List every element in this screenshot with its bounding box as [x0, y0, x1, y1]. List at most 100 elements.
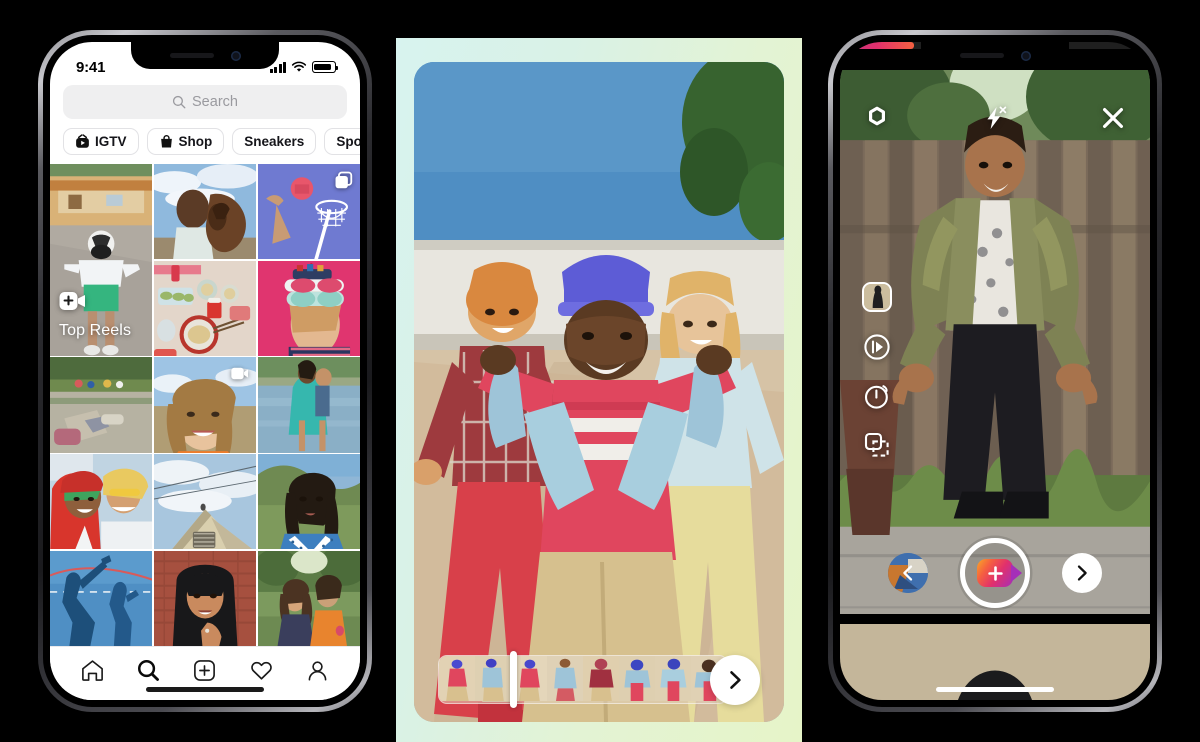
audio-effect-image: [864, 284, 890, 308]
battery-icon: [312, 61, 339, 73]
park-path-photo: [50, 357, 153, 453]
friends-selfie-photo: [50, 454, 153, 550]
notch: [921, 42, 1069, 69]
chip-shop[interactable]: Shop: [146, 128, 225, 155]
woman-hijab-portrait-photo: [153, 550, 257, 646]
shadows-on-court-photo: [50, 550, 153, 646]
search-input[interactable]: Search: [63, 85, 347, 119]
woman-blue-shirt-photo: [257, 454, 360, 550]
food-table-photo: [153, 260, 257, 356]
grid-cell-smiling-teen-photo[interactable]: [153, 357, 257, 453]
gallery-preview-image: [840, 624, 1150, 700]
next-button[interactable]: [710, 655, 760, 705]
flash-off-icon[interactable]: [981, 104, 1009, 132]
chevron-left-icon: [903, 565, 913, 581]
camera-top-controls[interactable]: [840, 104, 1150, 132]
woman-sunglasses-photo: [257, 260, 360, 356]
earpiece-speaker: [959, 53, 1004, 58]
video-preview[interactable]: [414, 62, 784, 722]
timeline-frame[interactable]: [547, 656, 583, 703]
grid-cell-woman-hijab-portrait-photo[interactable]: [153, 550, 257, 646]
shopping-bag-icon: [160, 135, 172, 148]
record-button[interactable]: [960, 538, 1030, 608]
couple-by-lake-photo: [257, 357, 360, 453]
chip-sneakers[interactable]: Sneakers: [232, 128, 317, 155]
grid-cell-house-roof-sky-photo[interactable]: [153, 454, 257, 550]
grid-cell-park-path-photo[interactable]: [50, 357, 153, 453]
camera-mode-bar[interactable]: IVE CREATE REELS NORMAL BO: [840, 624, 1150, 700]
plus-icon: [987, 565, 1003, 581]
earpiece-speaker: [169, 53, 214, 58]
chevron-right-icon: [730, 671, 741, 689]
camera-screen: IVE CREATE REELS NORMAL BO: [840, 42, 1150, 700]
grid-cell-shadows-on-court-photo[interactable]: [50, 550, 153, 646]
chip-label: IGTV: [95, 134, 127, 149]
timeline-frame[interactable]: [583, 656, 619, 703]
clip-timeline[interactable]: [438, 655, 728, 704]
close-icon[interactable]: [1100, 105, 1126, 131]
wifi-icon: [291, 61, 307, 72]
timeline-frame[interactable]: [475, 656, 511, 703]
screenshot-stage: 9:41 Search IGTV Shop Sneakers Spo Top R…: [0, 0, 1200, 742]
explore-grid: Top Reels: [50, 164, 360, 646]
settings-gear-icon[interactable]: [864, 105, 890, 131]
grid-cell-food-table-photo[interactable]: [153, 260, 257, 356]
audio-effect-thumbnail[interactable]: [862, 282, 892, 312]
notch: [131, 42, 279, 69]
man-with-dog-photo: [153, 164, 257, 260]
align-layers-icon[interactable]: [863, 431, 891, 459]
grid-cell-basketball-hoop-photo[interactable]: [257, 164, 360, 260]
grid-cell-woman-blue-shirt-photo[interactable]: [257, 454, 360, 550]
timeline-frame[interactable]: [439, 656, 475, 703]
house-roof-sky-photo: [153, 454, 257, 550]
profile-icon[interactable]: [305, 658, 330, 683]
heart-icon[interactable]: [249, 658, 274, 683]
search-icon[interactable]: [136, 658, 161, 683]
phone-camera-body: IVE CREATE REELS NORMAL BO: [833, 35, 1157, 707]
category-chip-row[interactable]: IGTV Shop Sneakers Sports: [50, 128, 360, 164]
home-icon[interactable]: [80, 658, 105, 683]
phone-explore-body: 9:41 Search IGTV Shop Sneakers Spo Top R…: [43, 35, 367, 707]
phone-reels-camera: IVE CREATE REELS NORMAL BO: [828, 30, 1162, 712]
search-icon: [172, 95, 186, 109]
camera-shutter-row[interactable]: [840, 538, 1150, 608]
timer-icon[interactable]: [863, 382, 891, 410]
status-indicators: [269, 61, 339, 73]
timeline-frame[interactable]: [655, 656, 691, 703]
grid-cell-friends-selfie-photo[interactable]: [50, 454, 153, 550]
phone-explore: 9:41 Search IGTV Shop Sneakers Spo Top R…: [38, 30, 372, 712]
dancing-group-video: [414, 62, 784, 722]
video-icon: [231, 368, 249, 380]
top-reels-label: Top Reels: [59, 321, 132, 339]
chip-label: Sports: [336, 134, 360, 149]
camera-tool-rail[interactable]: [862, 282, 892, 459]
chip-label: Shop: [178, 134, 213, 149]
reels-camera-icon: [59, 291, 85, 310]
speed-icon[interactable]: [863, 333, 891, 361]
status-time: 9:41: [76, 58, 106, 76]
timeline-playhead[interactable]: [510, 651, 517, 708]
add-post-icon[interactable]: [192, 658, 217, 683]
gallery-thumbnail[interactable]: [840, 624, 1150, 700]
front-camera: [230, 50, 241, 61]
timeline-frame[interactable]: [619, 656, 655, 703]
editor-panel: [396, 38, 802, 742]
chevron-right-icon: [1077, 565, 1087, 581]
grid-cell-couple-by-lake-photo[interactable]: [257, 357, 360, 453]
front-camera: [1020, 50, 1031, 61]
chip-igtv[interactable]: IGTV: [63, 128, 139, 155]
home-indicator: [146, 687, 264, 692]
grid-cell-top-reels-video[interactable]: Top Reels: [50, 164, 153, 356]
chip-label: Sneakers: [244, 134, 305, 149]
two-friends-outdoors-photo: [257, 550, 360, 646]
search-placeholder: Search: [192, 94, 238, 110]
grid-cell-man-with-dog-photo[interactable]: [153, 164, 257, 260]
carousel-icon: [335, 171, 353, 189]
next-effect-button[interactable]: [1062, 553, 1102, 593]
home-indicator: [936, 687, 1054, 692]
grid-cell-two-friends-outdoors-photo[interactable]: [257, 550, 360, 646]
chip-sports[interactable]: Sports: [324, 128, 360, 155]
explore-screen: 9:41 Search IGTV Shop Sneakers Spo Top R…: [50, 42, 360, 700]
grid-cell-woman-sunglasses-photo[interactable]: [257, 260, 360, 356]
previous-effect-button[interactable]: [888, 553, 928, 593]
